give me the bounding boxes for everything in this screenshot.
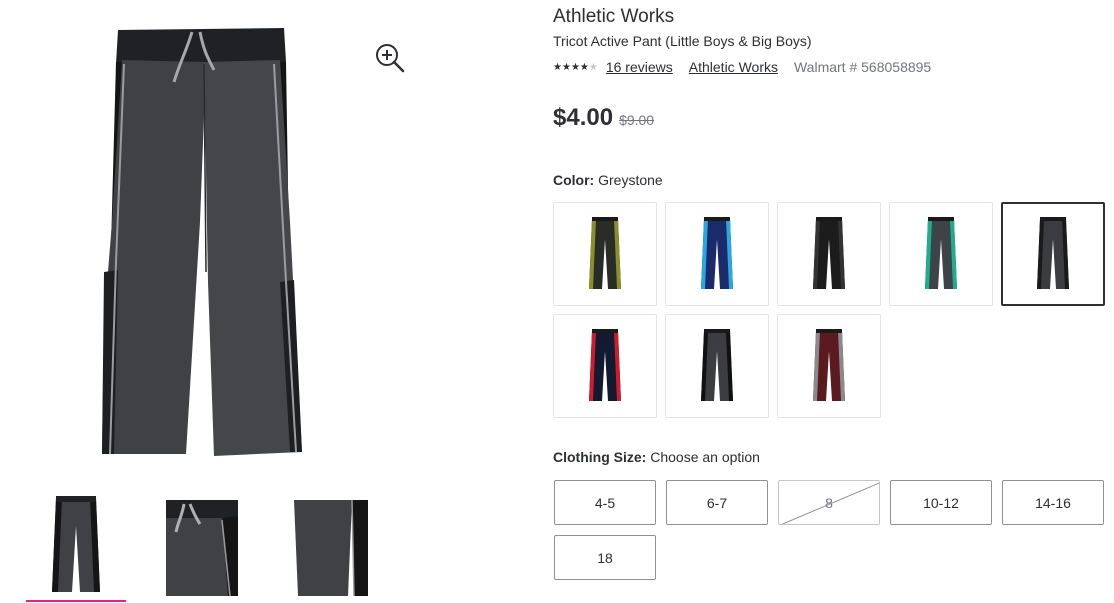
swatch-pant-image [701,329,733,401]
color-swatch-black-yellow[interactable] [553,202,657,306]
color-label-heading: Color: [553,172,595,188]
color-swatch-charcoal-black[interactable] [665,314,769,418]
star-icon: ★ [561,61,571,73]
size-option-18[interactable]: 18 [554,535,656,580]
size-label: Clothing Size: Choose an option [553,449,760,465]
swatch-pant-image [1037,217,1069,289]
thumbnail-side-detail[interactable] [268,496,368,597]
brand-title: Athletic Works [553,6,675,27]
brand-link[interactable]: Athletic Works [689,59,778,75]
color-label: Color: Greystone [553,172,663,188]
color-swatch-navy-blue[interactable] [665,202,769,306]
was-price: $9.00 [619,112,655,128]
swatch-pant-image [701,217,733,289]
active-thumbnail-indicator [26,600,126,602]
swatch-pant-image [925,217,957,289]
main-product-image[interactable] [96,22,326,462]
star-rating: ★★★★★ [553,62,598,73]
reviews-link[interactable]: 16 reviews [606,59,673,75]
size-label-heading: Clothing Size: [553,449,647,465]
star-icon: ★ [570,61,580,73]
pant-image [102,28,302,456]
zoom-in-icon[interactable] [374,42,406,74]
thumbnail-strip [0,492,420,603]
star-icon: ★ [553,61,562,73]
product-name: Tricot Active Pant (Little Boys & Big Bo… [553,33,812,49]
product-meta: ★★★★★ 16 reviews Athletic Works Walmart … [553,58,931,76]
selected-color: Greystone [598,172,663,188]
color-swatch-maroon[interactable] [777,314,881,418]
swatch-pant-image [589,329,621,401]
star-icon: ★ [579,61,589,73]
color-swatch-greystone[interactable] [1001,202,1105,306]
sku-number: Walmart # 568058895 [793,59,932,75]
current-price: $4.00 [553,104,614,131]
swatch-pant-image [813,217,845,289]
size-option-4-5[interactable]: 4-5 [554,480,656,525]
color-swatch-black[interactable] [777,202,881,306]
size-option-8[interactable]: 8 [778,480,880,525]
price-row: $4.00 $9.00 [553,104,654,132]
size-option-10-12[interactable]: 10-12 [890,480,992,525]
size-prompt: Choose an option [650,449,760,465]
thumbnail-waist-detail[interactable] [138,496,242,597]
color-swatch-navy-red[interactable] [553,314,657,418]
swatch-pant-image [589,217,621,289]
thumbnail-front[interactable] [26,496,126,596]
color-swatch-grey-teal[interactable] [889,202,993,306]
star-icon: ★ [588,61,598,73]
swatch-pant-image [813,329,845,401]
size-option-6-7[interactable]: 6-7 [666,480,768,525]
size-option-14-16[interactable]: 14-16 [1002,480,1104,525]
